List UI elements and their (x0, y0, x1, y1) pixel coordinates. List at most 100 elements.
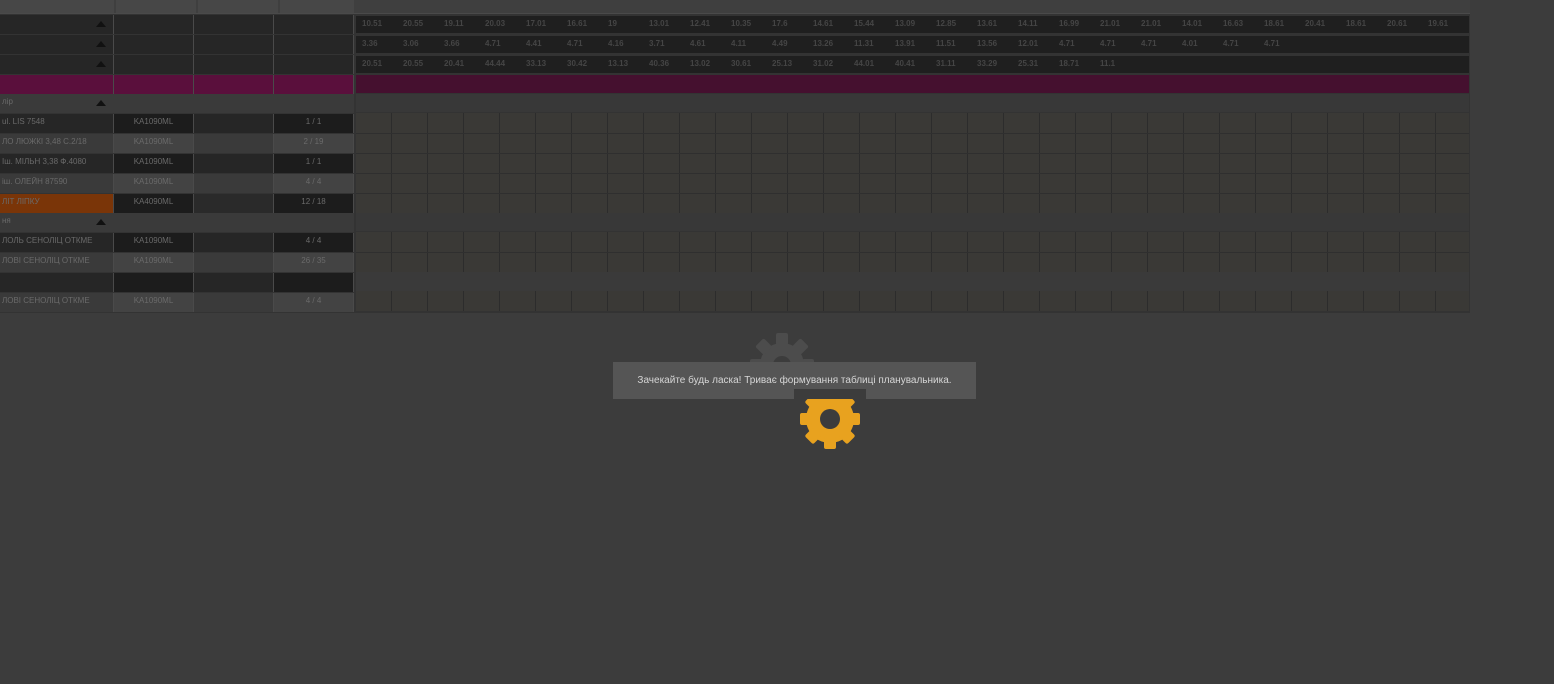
table-cell-name[interactable]: ul. LIS 7548 (0, 114, 114, 133)
table-cell-text: ЛІТ ЛІПКУ (2, 197, 40, 206)
table-cell-code[interactable]: KA1090ML (114, 114, 194, 133)
accent-cell (114, 75, 194, 94)
table-cell-code[interactable]: KA4090ML (114, 194, 194, 213)
group-header[interactable]: ня (0, 213, 354, 232)
collapse-caret-icon[interactable] (96, 100, 106, 106)
grid-column-line (391, 113, 392, 213)
timeline-value: 12.01 (1018, 39, 1039, 48)
table-cell-value[interactable]: 4 / 4 (274, 293, 354, 312)
table-row[interactable] (0, 273, 354, 292)
grid-column-line (931, 113, 932, 213)
group-spacer (356, 213, 1469, 231)
table-cell-extra[interactable] (194, 154, 274, 173)
table-cell-name[interactable]: ЛОВІ СЕНОЛІЦ ОТКМЕ (0, 253, 114, 272)
table-cell-code[interactable]: KA1090ML (114, 293, 194, 312)
grid-column-line (1183, 113, 1184, 213)
table-cell-extra[interactable] (194, 273, 274, 292)
grid-column-line (895, 113, 896, 213)
top-tab[interactable] (198, 0, 278, 13)
table-cell-name[interactable]: ЛОЛЬ СЕНОЛІЦ ОТКМЕ (0, 233, 114, 252)
table-cell-code[interactable] (114, 273, 194, 292)
table-cell-code[interactable]: KA1090ML (114, 233, 194, 252)
table-row[interactable]: ЛО ЛЮЖКІ 3,48 С.2/18 KA1090ML 2 / 19 (0, 134, 354, 153)
table-cell-extra[interactable] (194, 114, 274, 133)
timeline-value: 14.11 (1018, 19, 1038, 28)
table-cell-code[interactable]: KA1090ML (114, 253, 194, 272)
table-row[interactable]: ЛОВІ СЕНОЛІЦ ОТКМЕ KA1090ML 4 / 4 (0, 293, 354, 312)
timeline-value: 4.49 (772, 39, 788, 48)
table-row[interactable]: іш. ОЛЕЙН 87590 KA1090ML 4 / 4 (0, 174, 354, 193)
group-spacer (356, 94, 1469, 112)
top-tab[interactable] (280, 0, 354, 13)
grid-column-line (607, 113, 608, 213)
timeline-value: 19 (608, 19, 617, 28)
table-cell-value[interactable]: 4 / 4 (274, 233, 354, 252)
timeline-value: 19.11 (444, 19, 464, 28)
table-cell-extra[interactable] (194, 293, 274, 312)
table-cell-text: KA1090ML (133, 236, 174, 245)
timeline-value: 44.01 (854, 59, 875, 68)
timeline-value: 13.26 (813, 39, 834, 48)
collapse-caret-icon[interactable] (96, 219, 106, 225)
summary-cell (114, 55, 194, 74)
top-tab[interactable] (116, 0, 196, 13)
table-cell-extra[interactable] (194, 253, 274, 272)
table-cell-value[interactable]: 4 / 4 (274, 174, 354, 193)
table-cell-extra[interactable] (194, 174, 274, 193)
summary-cell (194, 55, 274, 74)
grid-column-line (967, 113, 968, 213)
timeline-value: 20.51 (362, 59, 383, 68)
table-cell-value[interactable]: 1 / 1 (274, 154, 354, 173)
group-header[interactable]: лір (0, 94, 354, 113)
table-cell-name[interactable]: ЛОВІ СЕНОЛІЦ ОТКМЕ (0, 293, 114, 312)
table-row[interactable]: ul. LIS 7548 KA1090ML 1 / 1 (0, 114, 354, 133)
grid-column-line (1363, 113, 1364, 213)
table-cell-text: Іш. МІЛЬН 3,38 Ф.4080 (2, 157, 87, 166)
collapse-caret-icon[interactable] (96, 41, 106, 47)
schedule-grid[interactable] (356, 113, 1469, 213)
table-cell-value[interactable]: 26 / 35 (274, 253, 354, 272)
table-cell-value[interactable]: 12 / 18 (274, 194, 354, 213)
table-cell-extra[interactable] (194, 233, 274, 252)
table-cell-text: 2 / 19 (303, 137, 324, 146)
timeline-value: 20.61 (1387, 19, 1408, 28)
grid-column-line (1075, 113, 1076, 213)
table-row[interactable]: ЛОЛЬ СЕНОЛІЦ ОТКМЕ KA1090ML 4 / 4 (0, 233, 354, 252)
table-cell-code[interactable]: KA1090ML (114, 174, 194, 193)
table-cell-name[interactable] (0, 273, 114, 292)
grid-column-line (1255, 291, 1256, 311)
collapse-caret-icon[interactable] (96, 61, 106, 67)
table-cell-value[interactable]: 1 / 1 (274, 114, 354, 133)
table-row[interactable]: ЛІТ ЛІПКУ KA4090ML 12 / 18 (0, 194, 354, 213)
table-cell-code[interactable]: KA1090ML (114, 154, 194, 173)
timeline-value: 31.11 (936, 59, 956, 68)
grid-column-line (1219, 291, 1220, 311)
table-cell-value[interactable]: 2 / 19 (274, 134, 354, 153)
grid-column-line (571, 291, 572, 311)
timeline-value: 13.09 (895, 19, 916, 28)
table-cell-text: 26 / 35 (301, 256, 326, 265)
table-cell-code[interactable]: KA1090ML (114, 134, 194, 153)
grid-column-line (1327, 291, 1328, 311)
summary-cell (114, 35, 194, 54)
table-row[interactable]: Іш. МІЛЬН 3,38 Ф.4080 KA1090ML 1 / 1 (0, 154, 354, 173)
table-cell-name[interactable]: ЛО ЛЮЖКІ 3,48 С.2/18 (0, 134, 114, 153)
table-cell-extra[interactable] (194, 194, 274, 213)
timeline-value: 13.56 (977, 39, 998, 48)
timeline-value: 4.71 (1264, 39, 1280, 48)
table-cell-text: ЛОЛЬ СЕНОЛІЦ ОТКМЕ (2, 236, 93, 245)
table-cell-text: 12 / 18 (301, 197, 326, 206)
top-tab-strip (0, 0, 1470, 14)
schedule-grid[interactable] (356, 232, 1469, 272)
table-cell-value[interactable] (274, 273, 354, 292)
grid-column-line (1399, 291, 1400, 311)
table-cell-name[interactable]: Іш. МІЛЬН 3,38 Ф.4080 (0, 154, 114, 173)
table-row[interactable]: ЛОВІ СЕНОЛІЦ ОТКМЕ KA1090ML 26 / 35 (0, 253, 354, 272)
schedule-grid[interactable] (356, 291, 1469, 311)
table-cell-extra[interactable] (194, 134, 274, 153)
table-cell-name[interactable]: іш. ОЛЕЙН 87590 (0, 174, 114, 193)
collapse-caret-icon[interactable] (96, 21, 106, 27)
top-tab[interactable] (0, 0, 114, 13)
table-cell-name[interactable]: ЛІТ ЛІПКУ (0, 194, 114, 213)
grid-column-line (1039, 291, 1040, 311)
